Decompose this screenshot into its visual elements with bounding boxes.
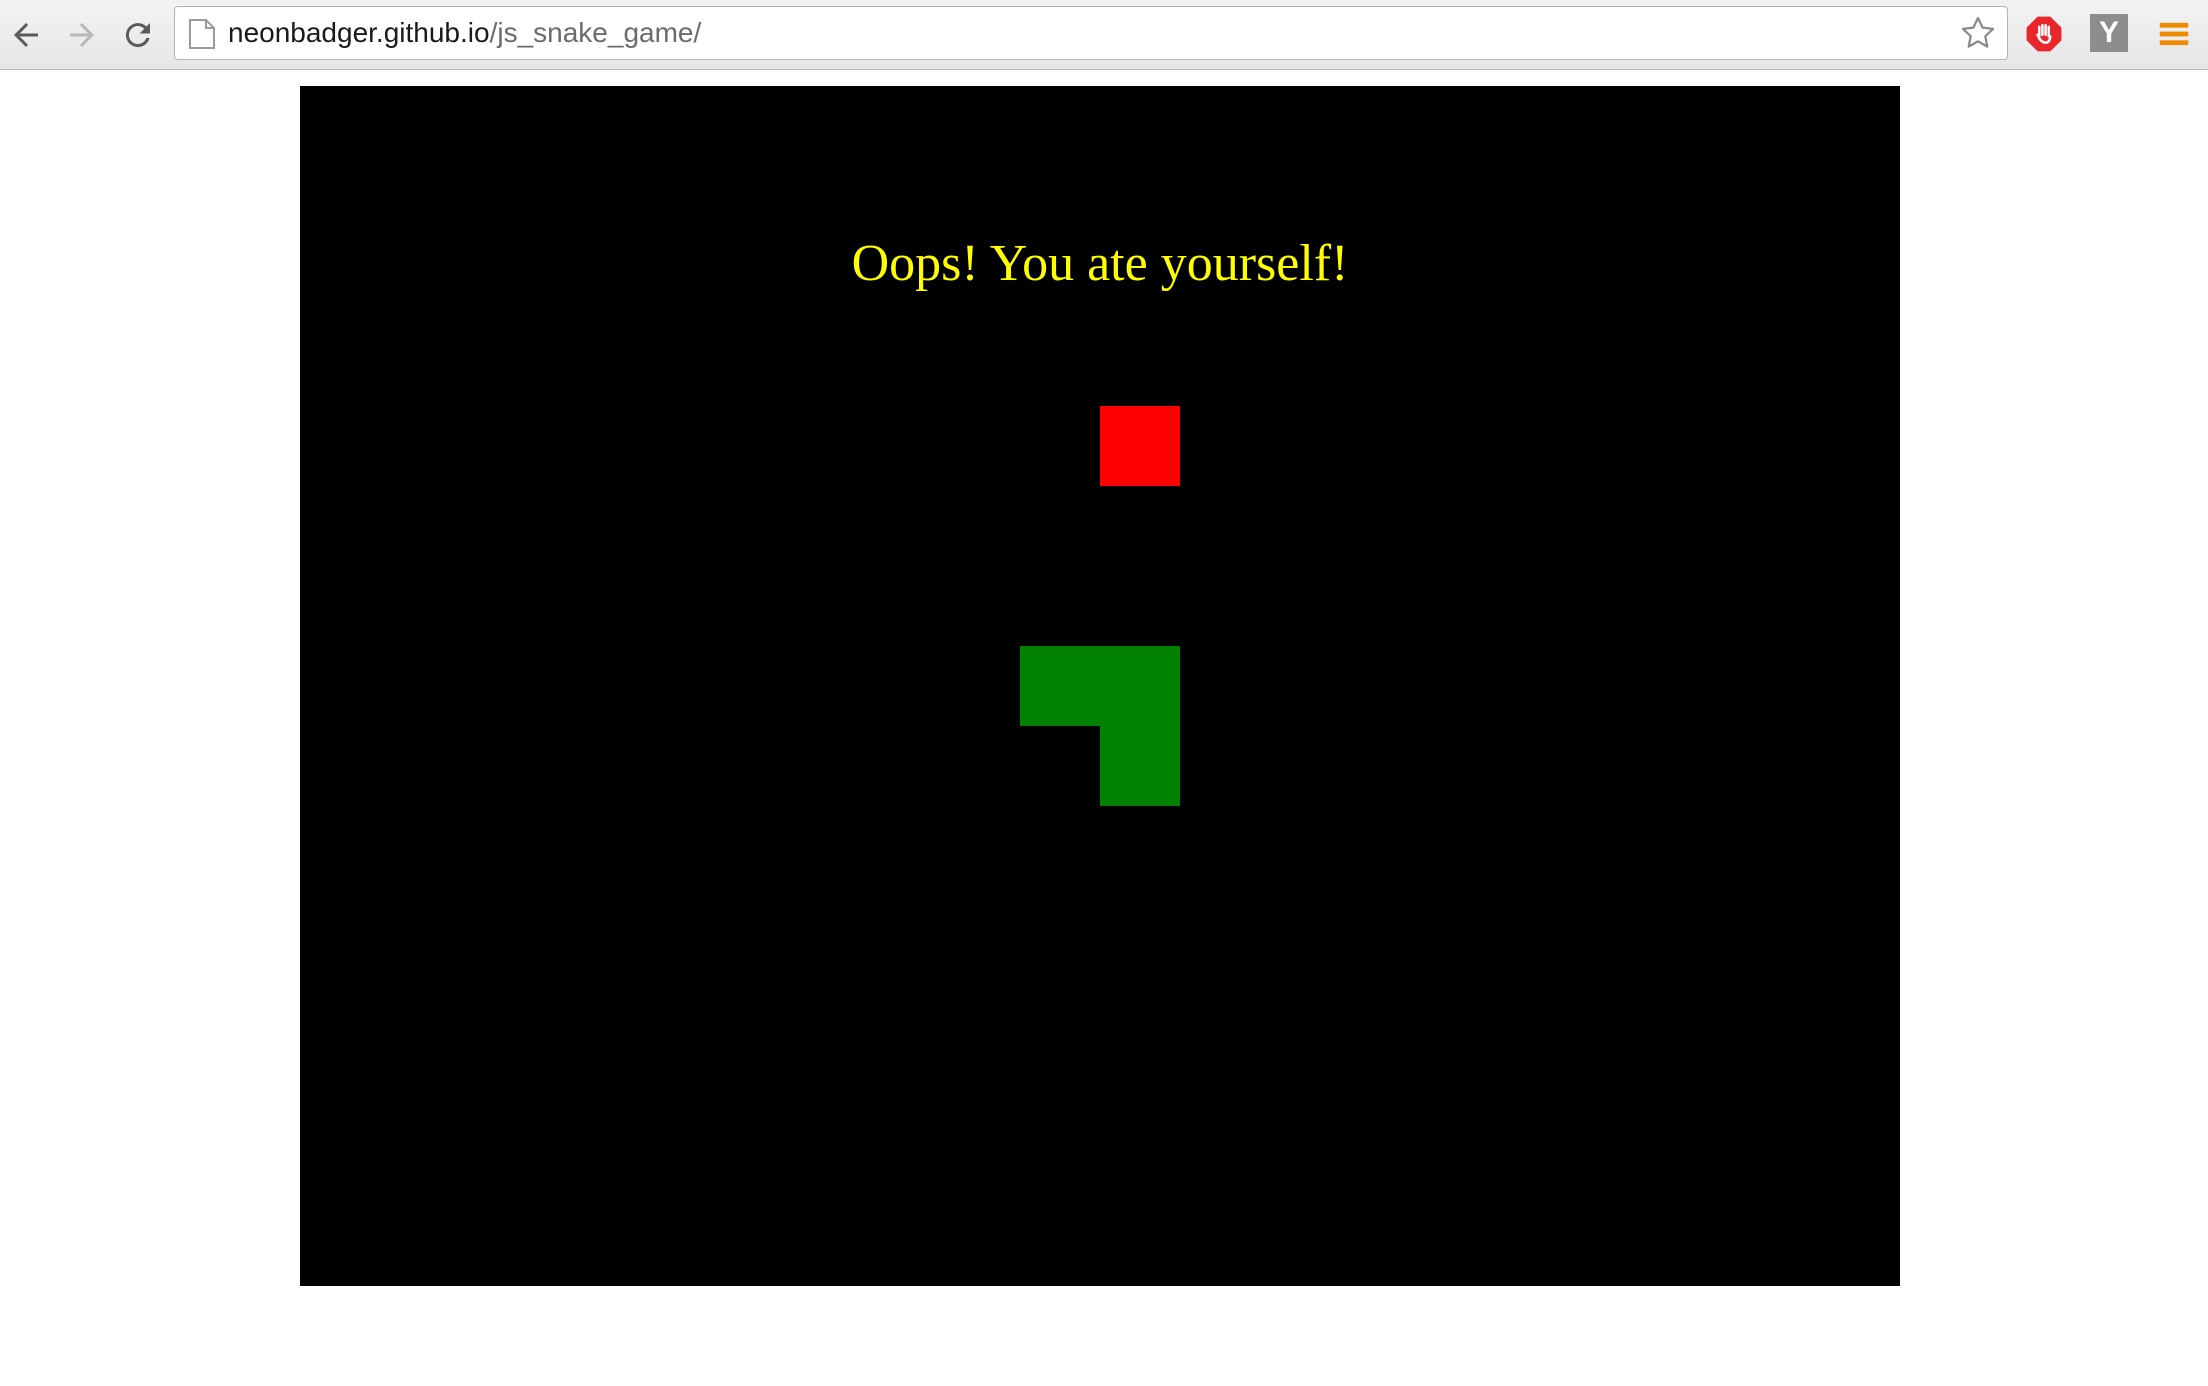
- game-canvas[interactable]: Oops! You ate yourself!: [300, 86, 1900, 1286]
- snake-segment: [1100, 726, 1180, 806]
- url-text: neonbadger.github.io/js_snake_game/: [228, 7, 701, 59]
- menu-button[interactable]: [2154, 14, 2194, 54]
- url-path: /js_snake_game/: [489, 17, 702, 48]
- adblock-extension-button[interactable]: [2024, 14, 2064, 54]
- browser-toolbar: neonbadger.github.io/js_snake_game/ Y: [0, 0, 2208, 70]
- reload-icon: [125, 23, 150, 48]
- snake-segment: [1020, 646, 1100, 726]
- y-extension-button[interactable]: Y: [2090, 14, 2128, 52]
- game-over-message: Oops! You ate yourself!: [851, 235, 1349, 292]
- star-icon[interactable]: [1959, 14, 1997, 52]
- food-block: [1100, 406, 1180, 486]
- snake-segment: [1100, 646, 1180, 726]
- y-icon: Y: [2098, 16, 2119, 49]
- stop-hand-icon: [2026, 16, 2062, 52]
- reload-button[interactable]: [116, 13, 160, 57]
- hamburger-menu-icon: [2159, 22, 2189, 46]
- url-host: neonbadger.github.io: [228, 17, 490, 48]
- address-bar[interactable]: neonbadger.github.io/js_snake_game/: [174, 6, 2008, 60]
- back-button[interactable]: [4, 13, 48, 57]
- page-icon: [189, 19, 215, 49]
- arrow-left-icon: [14, 23, 38, 47]
- forward-button[interactable]: [60, 13, 104, 57]
- arrow-right-icon: [70, 23, 94, 47]
